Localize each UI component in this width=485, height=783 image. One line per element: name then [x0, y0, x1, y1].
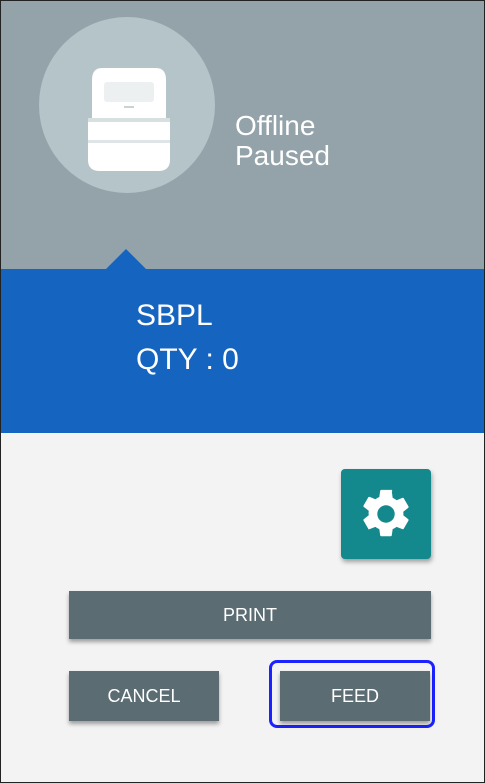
cancel-button[interactable]: CANCEL: [69, 671, 219, 721]
print-button[interactable]: PRINT: [69, 591, 431, 639]
print-quantity: QTY : 0: [136, 343, 239, 376]
printer-icon: [88, 68, 170, 171]
printer-status-header: Offline Paused: [1, 1, 484, 269]
settings-button[interactable]: [341, 469, 431, 559]
gear-icon: [363, 489, 409, 537]
status-pointer: [104, 249, 148, 271]
status-line-offline: Offline: [235, 110, 316, 141]
printer-status-circle: [39, 17, 215, 193]
printer-app-screen: Offline Paused SBPL QTY : 0 PRINT CANCEL…: [0, 0, 485, 783]
status-line-paused: Paused: [235, 140, 330, 171]
printer-language: SBPL: [136, 299, 213, 332]
feed-button[interactable]: FEED: [280, 671, 430, 721]
printer-info-panel: SBPL QTY : 0: [1, 269, 484, 433]
printer-status-text: Offline Paused: [235, 111, 330, 171]
